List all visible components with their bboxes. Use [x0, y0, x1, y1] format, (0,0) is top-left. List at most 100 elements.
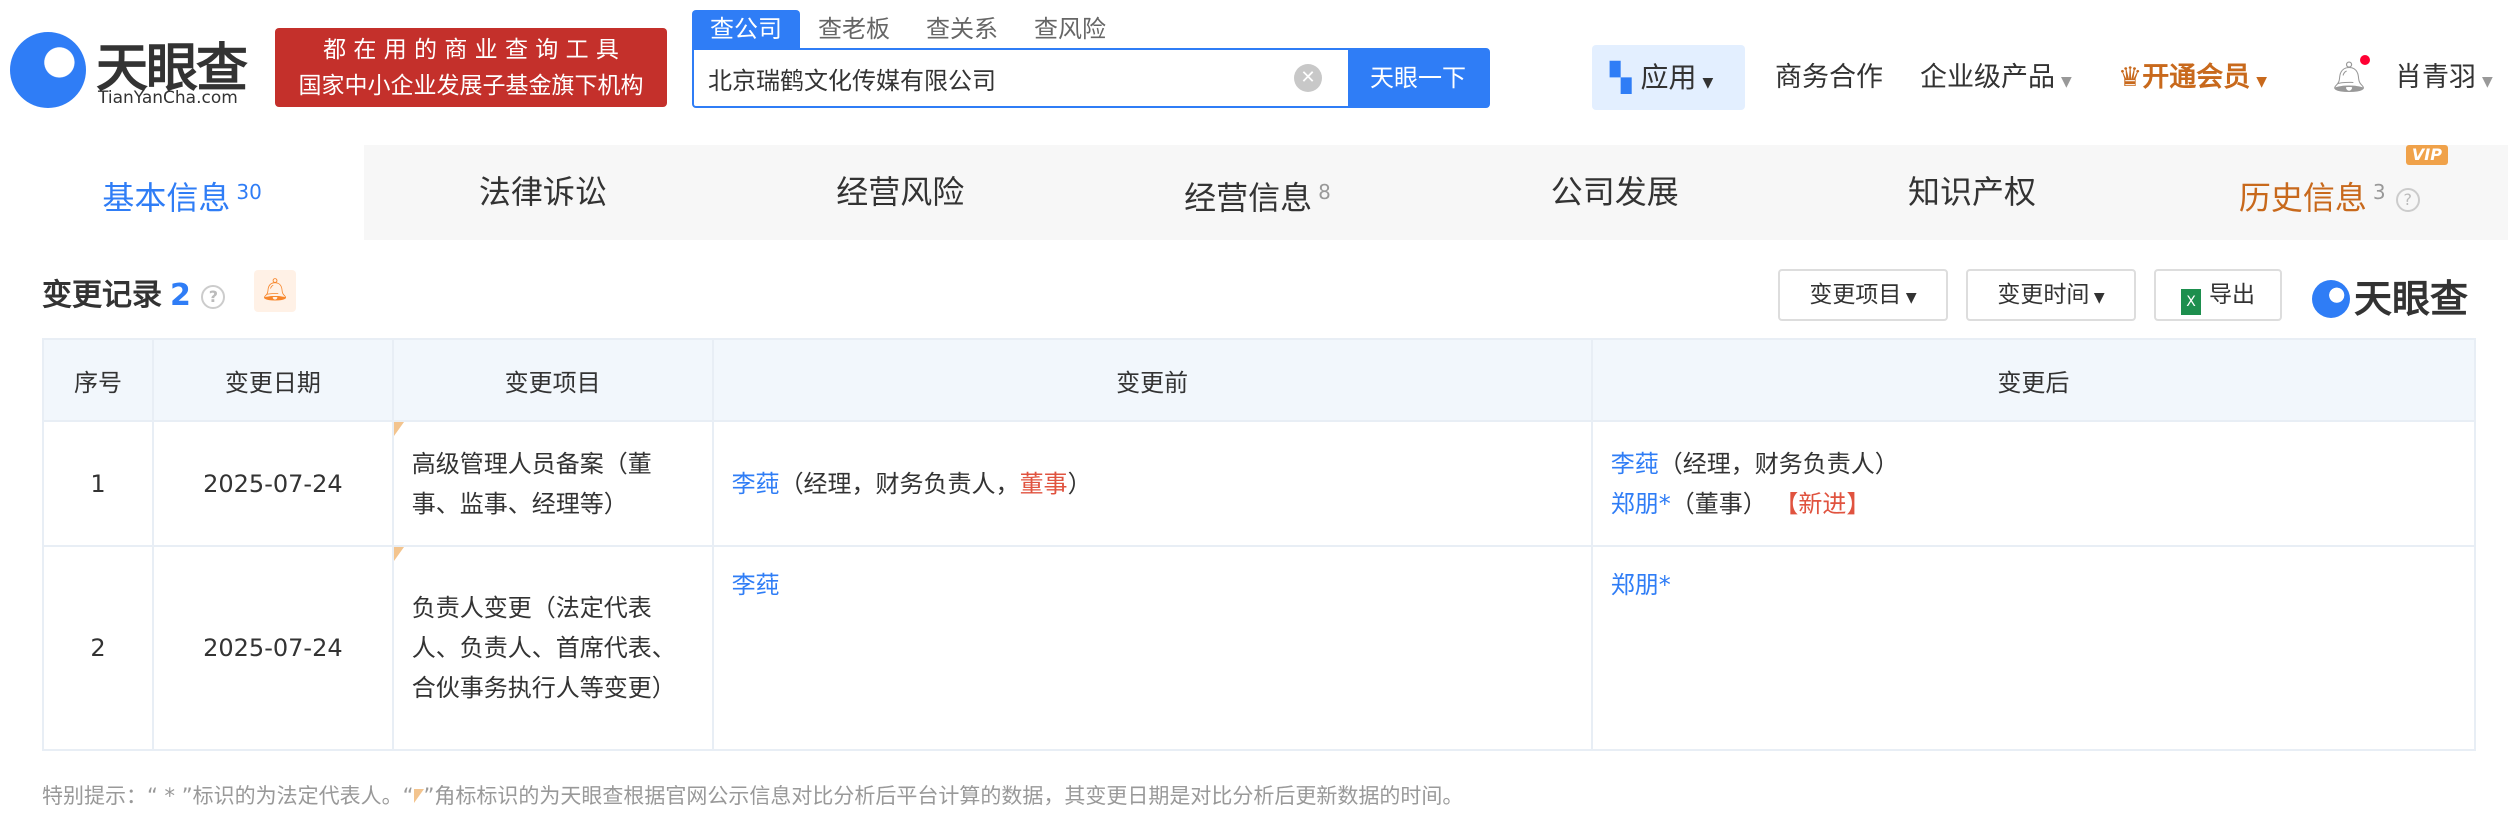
excel-icon: X	[2181, 289, 2201, 315]
item-text: 高级管理人员备案（董事、监事、经理等）	[411, 449, 652, 518]
tab-label: 经营信息	[1184, 179, 1313, 217]
cell-after: 郑朋*	[1590, 545, 2477, 751]
tab-label: 经营风险	[836, 173, 965, 211]
role-text: （经理，财务负责人，	[779, 469, 1020, 498]
cell-date: 2025-07-24	[151, 420, 394, 547]
role-text-end: ）	[1067, 469, 1092, 498]
nav-vip[interactable]: ♛开通会员 ▼	[2118, 45, 2267, 110]
table-row: 1 2025-07-24 高级管理人员备案（董事、监事、经理等） 李莼（经理，财…	[42, 420, 2477, 547]
logo-domain: TianYanCha.com	[98, 88, 238, 108]
search-type-tabs: 查公司 查老板 查关系 查风险	[692, 10, 1124, 48]
vip-badge: VIP	[2405, 145, 2448, 165]
cell-no: 2	[42, 545, 154, 751]
user-name: 肖青羽	[2395, 62, 2476, 93]
person-link[interactable]: 郑朋*	[1611, 571, 1671, 599]
tab-ip[interactable]: 知识产权	[1793, 145, 2150, 240]
clear-icon[interactable]: ✕	[1294, 64, 1322, 92]
cell-before: 李莼（经理，财务负责人，董事）	[711, 420, 1593, 547]
tab-legal[interactable]: 法律诉讼	[364, 145, 721, 240]
search-tab-company[interactable]: 查公司	[692, 10, 800, 48]
col-header-before: 变更前	[711, 338, 1593, 422]
person-link[interactable]: 李莼	[1611, 450, 1659, 478]
platform-corner-mark	[393, 422, 404, 436]
search-tab-risk[interactable]: 查风险	[1016, 10, 1124, 48]
filter-change-item[interactable]: 变更项目 ▼	[1778, 269, 1948, 321]
person-link[interactable]: 李莼	[732, 470, 780, 498]
caret-down-icon: ▼	[2089, 290, 2105, 306]
help-icon[interactable]: ?	[2395, 188, 2420, 212]
section-title: 变更记录 2 ?	[42, 270, 226, 314]
person-link[interactable]: 郑朋*	[1611, 490, 1671, 518]
footnote-part-2: ”角标标识的为天眼查根据官网公示信息对比分析后平台计算的数据，其变更日期是对比分…	[423, 784, 1464, 808]
col-header-item: 变更项目	[391, 338, 714, 422]
col-header-after: 变更后	[1590, 338, 2477, 422]
tab-count: 8	[1318, 180, 1331, 204]
nav-business[interactable]: 商务合作	[1775, 45, 1883, 110]
cell-no: 1	[42, 420, 154, 547]
tab-history[interactable]: VIP 历史信息 3 ?	[2151, 145, 2508, 240]
export-button[interactable]: X 导出	[2154, 269, 2282, 321]
col-header-no: 序号	[42, 338, 154, 422]
filter-label: 变更项目	[1809, 282, 1902, 308]
caret-down-icon: ▼	[1702, 75, 1714, 91]
search-tab-relation[interactable]: 查关系	[908, 10, 1016, 48]
caret-down-icon: ▼	[2061, 74, 2072, 90]
subscribe-bell-icon[interactable]: 🔔︎	[254, 270, 296, 312]
app-label: 应用	[1640, 61, 1697, 94]
slogan-line-1: 都 在 用 的 商 业 查 询 工 具	[323, 37, 619, 63]
top-header: 天眼查 TianYanCha.com 都 在 用 的 商 业 查 询 工 具 国…	[0, 0, 2508, 145]
bell-icon[interactable]: 🔔︎	[2330, 45, 2370, 110]
removed-role: 董事	[1019, 469, 1068, 498]
logo-icon	[10, 32, 86, 108]
search-button[interactable]: 天眼一下	[1348, 50, 1488, 106]
nav-enterprise[interactable]: 企业级产品 ▼	[1920, 45, 2072, 110]
search-input[interactable]	[708, 50, 1328, 106]
slogan-line-2: 国家中小企业发展子基金旗下机构	[298, 73, 644, 99]
user-menu[interactable]: 肖青羽 ▼	[2395, 45, 2493, 110]
tianyancha-logo[interactable]: 天眼查 TianYanCha.com	[10, 30, 265, 110]
section-title-text: 变更记录	[42, 278, 162, 313]
nav-enterprise-label: 企业级产品	[1920, 62, 2055, 93]
role-text: （经理，财务负责人）	[1658, 449, 1899, 478]
tab-basic-info[interactable]: 基本信息 30	[0, 145, 365, 240]
tab-count: 3	[2372, 180, 2386, 204]
watermark-text: 天眼查	[2354, 277, 2469, 321]
tab-development[interactable]: 公司发展	[1436, 145, 1793, 240]
table-row: 2 2025-07-24 负责人变更（法定代表人、负责人、首席代表、合伙事务执行…	[42, 545, 2477, 751]
footnote: 特别提示：“ * ”标识的为法定代表人。“ ”角标标识的为天眼查根据官网公示信息对…	[42, 780, 1463, 810]
search-box: ✕ 天眼一下	[692, 48, 1490, 108]
cell-item: 负责人变更（法定代表人、负责人、首席代表、合伙事务执行人等变更）	[391, 545, 714, 751]
notification-dot	[2360, 55, 2370, 65]
person-link[interactable]: 李莼	[732, 571, 780, 599]
cell-date: 2025-07-24	[151, 545, 394, 751]
tab-operating-info[interactable]: 经营信息 8	[1079, 145, 1436, 240]
tab-label: 历史信息	[2238, 179, 2367, 217]
search-tab-boss[interactable]: 查老板	[800, 10, 908, 48]
corner-mark-icon	[413, 789, 424, 803]
role-text: （董事）	[1670, 489, 1767, 518]
tab-label: 法律诉讼	[478, 173, 607, 211]
change-record-table: 序号 变更日期 变更项目 变更前 变更后 1 2025-07-24 高级管理人员…	[42, 338, 2477, 751]
slogan-banner: 都 在 用 的 商 业 查 询 工 具 国家中小企业发展子基金旗下机构	[275, 28, 667, 107]
caret-down-icon: ▼	[1901, 290, 1917, 306]
cell-before: 李莼	[711, 545, 1593, 751]
caret-down-icon: ▼	[2482, 74, 2493, 90]
new-tag: 【新进】	[1774, 489, 1871, 518]
cell-after: 李莼（经理，财务负责人） 郑朋*（董事） 【新进】	[1590, 420, 2477, 547]
logo-icon	[2312, 280, 2350, 318]
tab-operating-risk[interactable]: 经营风险	[722, 145, 1079, 240]
tab-label: 知识产权	[1908, 173, 2037, 211]
footnote-part-1: 特别提示：“ * ”标识的为法定代表人。“	[42, 784, 414, 808]
apps-grid-icon: ▚	[1610, 61, 1641, 94]
col-header-date: 变更日期	[151, 338, 394, 422]
filter-change-time[interactable]: 变更时间 ▼	[1966, 269, 2136, 321]
tab-label: 公司发展	[1550, 173, 1679, 211]
tab-label: 基本信息	[102, 179, 231, 217]
item-text: 负责人变更（法定代表人、负责人、首席代表、合伙事务执行人等变更）	[411, 594, 676, 702]
section-count: 2	[170, 278, 191, 313]
platform-corner-mark	[393, 547, 404, 561]
cell-item: 高级管理人员备案（董事、监事、经理等）	[391, 420, 714, 547]
watermark-logo: 天眼查	[2312, 268, 2468, 323]
app-menu-button[interactable]: ▚ 应用 ▼	[1592, 45, 1745, 110]
help-icon[interactable]: ?	[201, 284, 226, 309]
